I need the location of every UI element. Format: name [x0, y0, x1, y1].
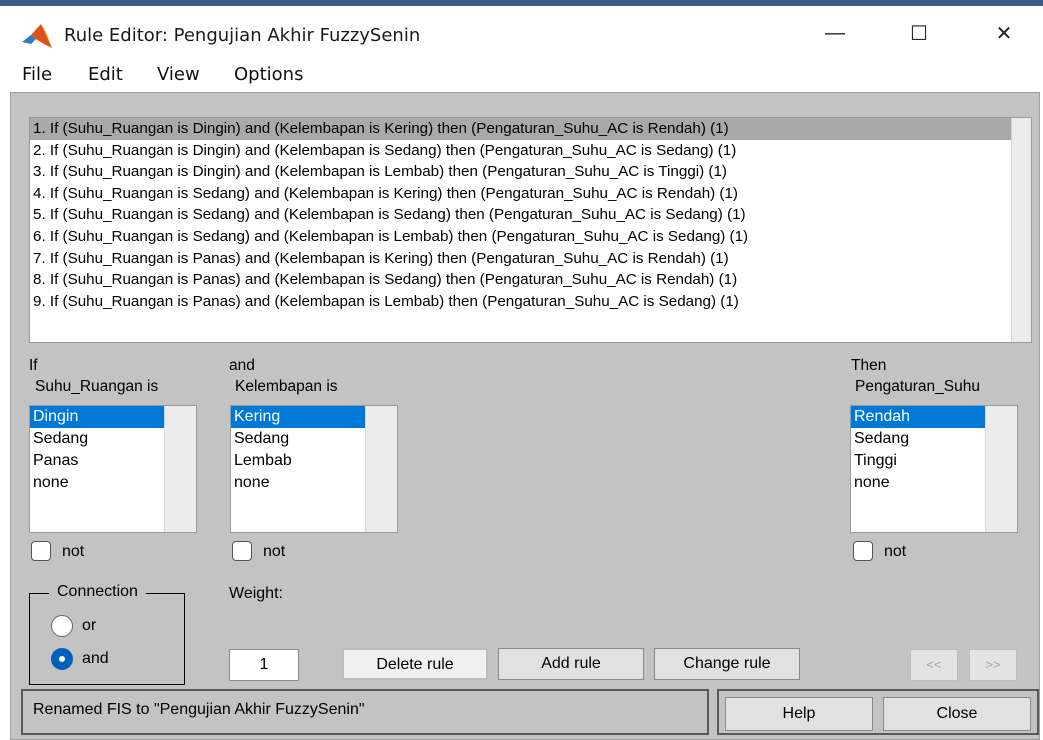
- and-not-label: not: [263, 543, 286, 560]
- rule-row[interactable]: 7. If (Suhu_Ruangan is Panas) and (Kelem…: [30, 248, 1012, 270]
- list-item[interactable]: none: [231, 472, 365, 494]
- status-text: Renamed FIS to "Pengujian Akhir FuzzySen…: [33, 701, 365, 718]
- list-item[interactable]: Sedang: [231, 428, 365, 450]
- change-rule-button[interactable]: Change rule: [654, 648, 800, 680]
- next-button[interactable]: >>: [969, 649, 1017, 681]
- list-item[interactable]: Kering: [231, 406, 365, 428]
- rule-row[interactable]: 9. If (Suhu_Ruangan is Panas) and (Kelem…: [30, 291, 1012, 313]
- then-listbox[interactable]: Rendah Sedang Tinggi none: [850, 405, 1018, 533]
- and-list-scrollbar[interactable]: [365, 406, 397, 532]
- connection-label: Connection: [49, 583, 146, 601]
- rules-listbox[interactable]: 1. If (Suhu_Ruangan is Dingin) and (Kele…: [29, 117, 1032, 343]
- if-list-scrollbar[interactable]: [164, 406, 196, 532]
- if-not-checkbox[interactable]: [31, 541, 51, 561]
- rule-row[interactable]: 5. If (Suhu_Ruangan is Sedang) and (Kele…: [30, 204, 1012, 226]
- help-button[interactable]: Help: [725, 697, 873, 731]
- then-not-checkbox[interactable]: [853, 541, 873, 561]
- menu-options[interactable]: Options: [234, 64, 303, 85]
- list-item[interactable]: Panas: [30, 450, 164, 472]
- window-title: Rule Editor: Pengujian Akhir FuzzySenin: [64, 25, 421, 46]
- delete-rule-button[interactable]: Delete rule: [342, 648, 488, 680]
- or-radio-label: or: [82, 617, 97, 634]
- matlab-logo-icon: [22, 24, 52, 48]
- then-list-scrollbar[interactable]: [985, 406, 1017, 532]
- menu-edit[interactable]: Edit: [88, 64, 123, 85]
- rule-row[interactable]: 6. If (Suhu_Ruangan is Sedang) and (Kele…: [30, 226, 1012, 248]
- menu-view[interactable]: View: [157, 64, 200, 85]
- weight-label: Weight:: [229, 585, 283, 602]
- rule-row[interactable]: 4. If (Suhu_Ruangan is Sedang) and (Kele…: [30, 183, 1012, 205]
- list-item[interactable]: Tinggi: [851, 450, 985, 472]
- list-item[interactable]: Sedang: [30, 428, 164, 450]
- and-radio[interactable]: [51, 648, 73, 670]
- maximize-button[interactable]: ☐: [890, 14, 948, 52]
- close-button[interactable]: Close: [883, 697, 1031, 731]
- rule-row[interactable]: 1. If (Suhu_Ruangan is Dingin) and (Kele…: [30, 118, 1012, 140]
- then-not-label: not: [884, 543, 907, 560]
- list-item[interactable]: none: [851, 472, 985, 494]
- minimize-button[interactable]: —: [806, 14, 864, 52]
- then-label: Then: [851, 357, 887, 374]
- list-item[interactable]: Sedang: [851, 428, 985, 450]
- and-radio-label: and: [82, 650, 109, 667]
- or-radio[interactable]: [51, 615, 73, 637]
- add-rule-button[interactable]: Add rule: [498, 648, 644, 680]
- if-listbox[interactable]: Dingin Sedang Panas none: [29, 405, 197, 533]
- menu-file[interactable]: File: [22, 64, 52, 85]
- title-bar: Rule Editor: Pengujian Akhir FuzzySenin …: [0, 6, 1043, 54]
- and-variable-label: Kelembapan is: [235, 378, 338, 395]
- and-label: and: [229, 357, 255, 374]
- list-item[interactable]: none: [30, 472, 164, 494]
- list-item[interactable]: Rendah: [851, 406, 985, 428]
- list-item[interactable]: Dingin: [30, 406, 164, 428]
- then-variable-label: Pengaturan_Suhu: [855, 378, 980, 395]
- rule-row[interactable]: 8. If (Suhu_Ruangan is Panas) and (Kelem…: [30, 269, 1012, 291]
- previous-button[interactable]: <<: [910, 649, 958, 681]
- rules-scrollbar[interactable]: [1011, 118, 1031, 342]
- connection-frame: [29, 593, 185, 685]
- if-label: If: [29, 357, 38, 374]
- if-variable-label: Suhu_Ruangan is: [35, 378, 159, 395]
- if-not-label: not: [62, 543, 85, 560]
- rule-row[interactable]: 3. If (Suhu_Ruangan is Dingin) and (Kele…: [30, 161, 1012, 183]
- weight-input[interactable]: 1: [229, 649, 299, 681]
- close-window-button[interactable]: ✕: [975, 14, 1033, 52]
- list-item[interactable]: Lembab: [231, 450, 365, 472]
- and-listbox[interactable]: Kering Sedang Lembab none: [230, 405, 398, 533]
- rule-row[interactable]: 2. If (Suhu_Ruangan is Dingin) and (Kele…: [30, 140, 1012, 162]
- rule-editor-panel: 1. If (Suhu_Ruangan is Dingin) and (Kele…: [10, 92, 1040, 740]
- and-not-checkbox[interactable]: [232, 541, 252, 561]
- menu-bar: File Edit View Options: [0, 54, 1043, 92]
- status-bar: Renamed FIS to "Pengujian Akhir FuzzySen…: [21, 689, 709, 735]
